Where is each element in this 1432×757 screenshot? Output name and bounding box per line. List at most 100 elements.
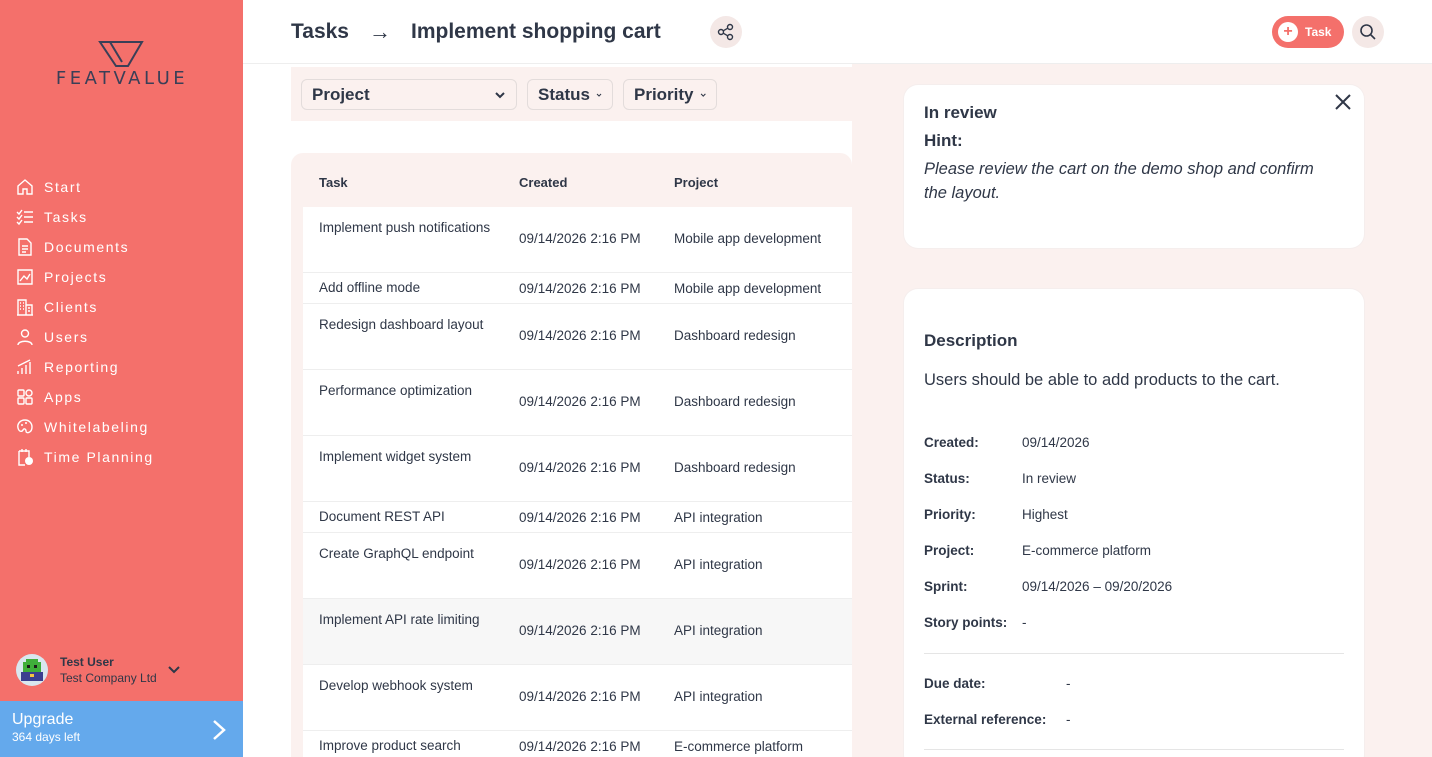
created-cell: 09/14/2026 2:16 PM xyxy=(519,231,641,246)
page-title: Implement shopping cart xyxy=(411,20,661,43)
sidebar-item-label: Whitelabeling xyxy=(44,419,149,435)
project-cell: API integration xyxy=(674,510,763,525)
task-cell: Implement push notifications xyxy=(319,220,491,235)
whitelabeling-icon xyxy=(17,419,33,434)
project-cell: Dashboard redesign xyxy=(674,460,796,475)
sidebar-item-label: Start xyxy=(44,179,82,195)
field-label: Due date: xyxy=(924,676,986,691)
sidebar-item-reporting[interactable]: Reporting xyxy=(16,352,154,382)
field-label: Status: xyxy=(924,471,970,486)
add-task-label: Task xyxy=(1305,25,1332,39)
add-task-button[interactable]: + Task xyxy=(1272,16,1344,48)
project-cell: Dashboard redesign xyxy=(674,394,796,409)
external-reference-value: - xyxy=(1066,712,1071,727)
sidebar-nav: Start Tasks Documents Projects Clients U… xyxy=(16,172,154,472)
sidebar-item-start[interactable]: Start xyxy=(16,172,154,202)
sidebar-item-label: Reporting xyxy=(44,359,120,375)
time-planning-icon xyxy=(18,449,33,466)
breadcrumb-tasks-link[interactable]: Tasks xyxy=(291,20,349,44)
table-row[interactable]: Add offline mode 09/14/2026 2:16 PM Mobi… xyxy=(303,273,852,304)
sidebar: FEATVALUE Start Tasks Documents Projects… xyxy=(0,0,243,757)
sidebar-item-label: Tasks xyxy=(44,209,88,225)
task-cell: Redesign dashboard layout xyxy=(319,317,484,332)
task-cell: Create GraphQL endpoint xyxy=(319,546,474,561)
table-row[interactable]: Implement push notifications 09/14/2026 … xyxy=(303,207,852,273)
project-value: E-commerce platform xyxy=(1022,543,1152,558)
tasks-table: Task Created Project Implement push noti… xyxy=(291,153,852,757)
task-cell: Add offline mode xyxy=(319,280,421,295)
table-row[interactable]: Redesign dashboard layout 09/14/2026 2:1… xyxy=(303,304,852,370)
project-filter-select[interactable]: Project xyxy=(301,79,517,110)
hint-label: Hint: xyxy=(924,131,963,150)
column-header-project[interactable]: Project xyxy=(674,175,718,190)
status-filter-label: Status xyxy=(538,84,590,104)
search-icon xyxy=(1360,24,1376,40)
sidebar-item-users[interactable]: Users xyxy=(16,322,154,352)
logo-text: FEATVALUE xyxy=(55,68,189,89)
created-cell: 09/14/2026 2:16 PM xyxy=(519,623,641,638)
sprint-value: 09/14/2026 – 09/20/2026 xyxy=(1022,579,1173,594)
column-header-created[interactable]: Created xyxy=(519,175,567,190)
status-filter-select[interactable]: Status xyxy=(527,79,613,110)
task-cell: Improve product search xyxy=(319,738,461,753)
chevron-down-icon xyxy=(596,93,602,97)
tasks-icon xyxy=(16,209,33,226)
project-cell: Dashboard redesign xyxy=(674,328,796,343)
plus-icon: + xyxy=(1278,22,1298,42)
share-button[interactable] xyxy=(710,16,742,48)
avatar xyxy=(16,654,48,686)
sidebar-item-label: Users xyxy=(44,329,89,345)
field-label: Priority: xyxy=(924,507,976,522)
task-status-title: In review xyxy=(924,103,997,122)
table-header: Task Created Project xyxy=(291,153,852,207)
task-cell: Implement API rate limiting xyxy=(319,612,480,627)
field-label: Sprint: xyxy=(924,579,968,594)
chevron-down-icon xyxy=(700,93,706,97)
user-icon xyxy=(17,329,33,346)
sidebar-item-clients[interactable]: Clients xyxy=(16,292,154,322)
featvalue-logo[interactable]: FEATVALUE xyxy=(36,40,208,89)
table-row[interactable]: Improve product search 09/14/2026 2:16 P… xyxy=(303,731,852,757)
created-cell: 09/14/2026 2:16 PM xyxy=(519,739,641,754)
divider xyxy=(924,653,1344,654)
filter-bar: Project Status Priority xyxy=(291,67,852,121)
user-menu[interactable]: Test User Test Company Ltd xyxy=(16,652,226,688)
sidebar-item-apps[interactable]: Apps xyxy=(16,382,154,412)
sidebar-item-label: Documents xyxy=(44,239,130,255)
column-header-task[interactable]: Task xyxy=(319,175,348,190)
field-label: External reference: xyxy=(924,712,1047,727)
created-cell: 09/14/2026 2:16 PM xyxy=(519,510,641,525)
home-icon xyxy=(17,179,33,195)
status-value: In review xyxy=(1022,471,1077,486)
created-cell: 09/14/2026 2:16 PM xyxy=(519,557,641,572)
table-row[interactable]: Implement API rate limiting 09/14/2026 2… xyxy=(303,599,852,665)
created-cell: 09/14/2026 2:16 PM xyxy=(519,689,641,704)
sidebar-item-label: Clients xyxy=(44,299,98,315)
upgrade-button[interactable]: Upgrade 364 days left xyxy=(0,701,243,757)
description-heading: Description xyxy=(924,331,1018,350)
close-icon[interactable] xyxy=(1332,91,1354,113)
table-row[interactable]: Document REST API 09/14/2026 2:16 PM API… xyxy=(303,502,852,533)
project-cell: Mobile app development xyxy=(674,231,822,246)
sidebar-item-tasks[interactable]: Tasks xyxy=(16,202,154,232)
task-cell: Document REST API xyxy=(319,509,445,524)
search-button[interactable] xyxy=(1352,16,1384,48)
sidebar-item-whitelabeling[interactable]: Whitelabeling xyxy=(16,412,154,442)
sidebar-item-time-planning[interactable]: Time Planning xyxy=(16,442,154,472)
avatar-pixel-icon xyxy=(21,659,43,681)
clients-icon xyxy=(17,299,33,316)
user-company: Test Company Ltd xyxy=(60,671,157,685)
sidebar-item-documents[interactable]: Documents xyxy=(16,232,154,262)
sidebar-item-label: Projects xyxy=(44,269,108,285)
task-details-panel: Description Users should be able to add … xyxy=(904,289,1364,757)
chevron-down-icon[interactable] xyxy=(167,663,181,677)
table-row[interactable]: Create GraphQL endpoint 09/14/2026 2:16 … xyxy=(303,533,852,599)
priority-filter-select[interactable]: Priority xyxy=(623,79,717,110)
table-row[interactable]: Implement widget system 09/14/2026 2:16 … xyxy=(303,436,852,502)
sidebar-item-projects[interactable]: Projects xyxy=(16,262,154,292)
user-name: Test User xyxy=(60,655,114,669)
field-label: Story points: xyxy=(924,615,1008,630)
table-row[interactable]: Performance optimization 09/14/2026 2:16… xyxy=(303,370,852,436)
hint-panel: In review Hint: Please review the cart o… xyxy=(904,85,1364,248)
table-row[interactable]: Develop webhook system 09/14/2026 2:16 P… xyxy=(303,665,852,731)
